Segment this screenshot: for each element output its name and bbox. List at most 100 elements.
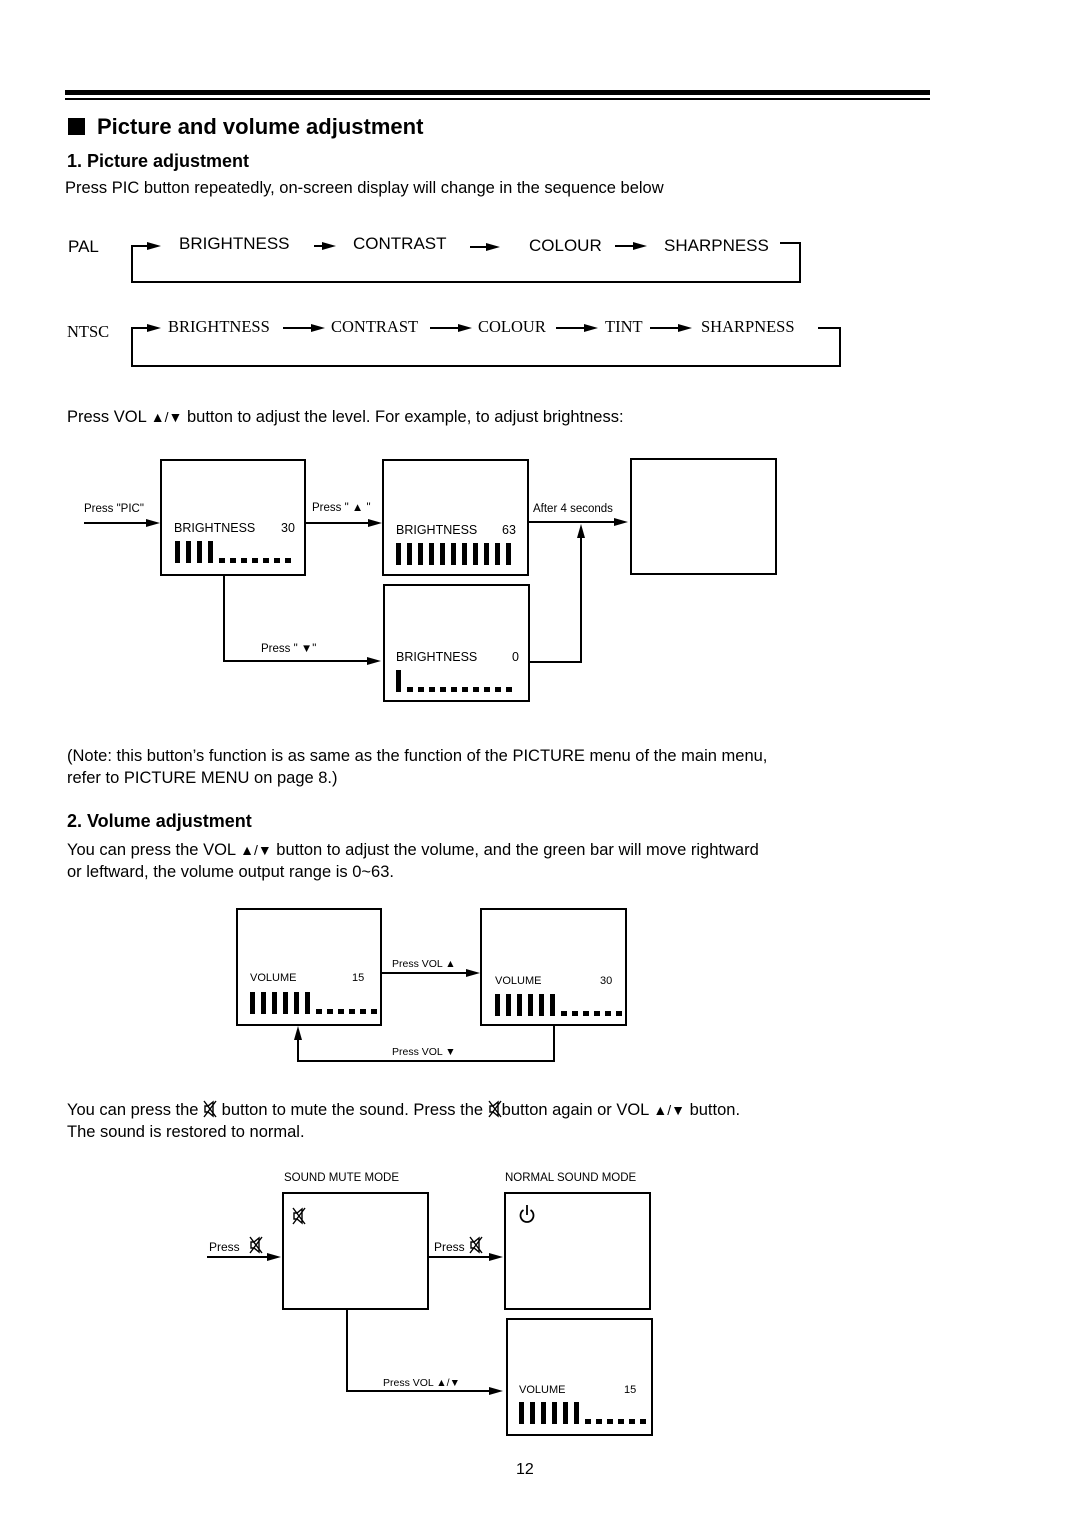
press-vol-mute-line-vertical [346,1310,348,1392]
osd-screen-blank [630,458,777,575]
level-segment-empty [506,687,512,692]
pal-loop-left [131,245,133,282]
speaker-muted-icon [292,1207,306,1225]
press-vol-down-arrow [294,1026,302,1040]
ntsc-arrow-2 [458,324,472,332]
osd-screen-brightness-0: BRIGHTNESS 0 [383,584,530,702]
osd-screen-volume-15: VOLUME 15 [236,908,382,1026]
pal-arrow-3 [633,242,647,250]
pal-step-contrast: CONTRAST [353,234,447,253]
osd-value: 15 [352,972,365,984]
level-segment-filled [539,994,544,1016]
mute-line-2: The sound is restored to normal. [67,1123,305,1141]
ntsc-entry-arrow [147,324,161,332]
pal-loop-right [799,242,801,283]
press-mute-line-1 [207,1256,269,1258]
level-segment-empty [629,1419,635,1424]
level-segment-empty [338,1009,344,1014]
mute-line-1: You can press the button to mute the sou… [67,1099,740,1121]
press-vol-up-arrow [466,969,480,977]
pal-entry-arrow [147,242,161,250]
level-segment-filled [407,543,412,565]
ntsc-loop-bottom [131,365,841,367]
press-vol-up-label: Press VOL ▲ [392,958,456,970]
vol-instruction-after: button to adjust the level. For example,… [182,408,624,426]
level-segment-filled [294,992,299,1014]
press-vol-mute-label: Press VOL ▲/▼ [383,1377,460,1389]
level-segment-filled [429,543,434,565]
level-bar [396,543,517,565]
ntsc-step-colour: COLOUR [478,317,546,336]
ntsc-arrow-3-line [556,327,586,329]
level-segment-filled [208,541,213,563]
level-segment-filled [550,994,555,1016]
page-title-text: Picture and volume adjustment [97,114,424,139]
osd-screen-volume-restored: VOLUME 15 [506,1318,653,1436]
speaker-muted-icon [203,1100,217,1118]
level-segment-filled [506,543,511,565]
pal-arrow-3-line [615,245,635,247]
level-segment-empty [316,1009,322,1014]
picture-intro-text: Press PIC button repeatedly, on-screen d… [65,179,664,197]
osd-screen-normal-sound [504,1192,651,1310]
mute-text-d: button. [684,1101,741,1119]
level-segment-filled [528,994,533,1016]
level-segment-filled [484,543,489,565]
volume-intro-after: button to adjust the volume, and the gre… [271,841,759,859]
level-segment-empty [219,558,225,563]
level-segment-filled [519,1402,524,1424]
page-title: Picture and volume adjustment [68,114,423,140]
ntsc-step-sharpness: SHARPNESS [701,317,795,336]
osd-value: 0 [512,650,519,664]
power-icon [519,1205,535,1223]
level-segment-empty [285,558,291,563]
osd-screen-brightness-30: BRIGHTNESS 30 [160,459,306,576]
level-segment-empty [451,687,457,692]
sound-mute-mode-title: SOUND MUTE MODE [284,1172,399,1184]
ntsc-arrow-1 [311,324,325,332]
press-mute-arrow-2 [489,1253,503,1261]
press-vol-down-label: Press VOL ▼ [392,1046,456,1058]
level-segment-empty [640,1419,646,1424]
page-number: 12 [516,1461,534,1478]
ntsc-loop-right [839,327,841,367]
volume-intro-line-2: or leftward, the volume output range is … [67,863,394,881]
press-mute-label-1: Press [209,1236,263,1254]
osd-screen-mute [282,1192,429,1310]
press-pic-line [84,522,148,524]
header-rule-thin [65,98,930,100]
level-segment-filled [517,994,522,1016]
bullet-square-icon [68,118,85,135]
mute-text-c: button again or VOL [501,1101,654,1119]
level-segment-filled [473,543,478,565]
ntsc-arrow-1-line [283,327,313,329]
level-segment-empty [349,1009,355,1014]
level-segment-filled [541,1402,546,1424]
osd-value: 30 [281,521,295,535]
osd-label: VOLUME [250,972,297,984]
ntsc-arrow-4 [678,324,692,332]
ntsc-step-brightness: BRIGHTNESS [168,317,270,336]
level-segment-filled [530,1402,535,1424]
ntsc-arrow-3 [584,324,598,332]
level-segment-filled [451,543,456,565]
level-segment-empty [418,687,424,692]
osd-label: BRIGHTNESS [396,523,478,537]
header-rule-thick [65,90,930,95]
level-segment-empty [561,1011,567,1016]
level-segment-empty [462,687,468,692]
level-bar [396,670,517,692]
up-down-icon: ▲/▼ [240,842,272,858]
volume-intro-line-1: You can press the VOL ▲/▼ button to adju… [67,839,759,861]
press-vol-up-line [382,972,468,974]
press-mute-line-2 [429,1256,491,1258]
pal-step-sharpness: SHARPNESS [664,236,769,255]
pal-loop-bottom [131,281,801,283]
return-line-horizontal [530,661,582,663]
level-segment-filled [305,992,310,1014]
note-line-1: (Note: this button’s function is as same… [67,747,768,765]
osd-label: BRIGHTNESS [174,521,256,535]
ntsc-step-tint: TINT [605,317,643,336]
level-segment-empty [585,1419,591,1424]
level-segment-filled [272,992,277,1014]
